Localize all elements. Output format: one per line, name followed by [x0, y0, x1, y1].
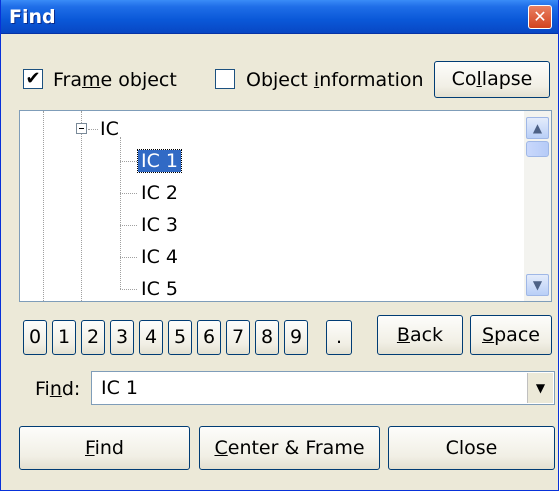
find-input[interactable]: IC 1	[101, 377, 138, 399]
tree-branch-line	[120, 289, 137, 290]
find-button[interactable]: Find	[19, 426, 190, 470]
tree-branch-line	[120, 257, 137, 258]
tree-node-ic-4[interactable]: IC 4	[141, 246, 178, 268]
frame-object-checkbox[interactable]: ✔	[23, 69, 43, 89]
frame-object-label[interactable]: Frame object	[53, 69, 177, 91]
close-button[interactable]: Close	[388, 426, 555, 470]
tree-branch-line	[120, 193, 137, 194]
scroll-down-icon[interactable]: ▼	[526, 274, 549, 296]
tree-node-ic-5[interactable]: IC 5	[141, 278, 178, 300]
key-9[interactable]: 9	[284, 320, 308, 355]
tree-guide-line	[43, 111, 44, 301]
tree-node-ic-1[interactable]: IC 1	[137, 149, 182, 173]
object-information-checkbox[interactable]	[215, 69, 235, 89]
tree-branch-line	[120, 161, 137, 162]
key-5[interactable]: 5	[168, 320, 192, 355]
key-8[interactable]: 8	[255, 320, 279, 355]
find-label: Find:	[35, 378, 81, 400]
tree-branch-line	[120, 225, 137, 226]
space-button[interactable]: Space	[470, 315, 552, 355]
key-6[interactable]: 6	[197, 320, 221, 355]
back-button[interactable]: Back	[377, 315, 463, 355]
title-bar[interactable]: Find ✕	[1, 0, 558, 34]
key-dot[interactable]: .	[326, 320, 352, 355]
object-information-label[interactable]: Object information	[246, 69, 424, 91]
tree-guide-line	[81, 111, 82, 301]
tree-node-ic[interactable]: IC	[100, 118, 119, 140]
key-2[interactable]: 2	[81, 320, 105, 355]
tree-branch-line	[88, 129, 98, 130]
key-3[interactable]: 3	[110, 320, 134, 355]
collapse-button[interactable]: Collapse	[434, 61, 550, 98]
tree-guide-line	[120, 137, 121, 289]
object-tree[interactable]: IC IC 1 IC 2 IC 3 IC 4 IC 5 ▲ ▼	[19, 110, 552, 302]
key-4[interactable]: 4	[139, 320, 163, 355]
tree-node-ic-3[interactable]: IC 3	[141, 214, 178, 236]
key-0[interactable]: 0	[23, 320, 47, 355]
collapse-node-icon[interactable]	[76, 123, 87, 134]
window-title: Find	[9, 6, 56, 28]
tree-scrollbar[interactable]: ▲ ▼	[524, 111, 551, 301]
scroll-thumb[interactable]	[526, 141, 549, 157]
key-7[interactable]: 7	[226, 320, 250, 355]
find-dialog: Find ✕ ✔ Frame object Object information…	[0, 0, 559, 491]
center-frame-button[interactable]: Center & Frame	[199, 426, 380, 470]
key-1[interactable]: 1	[52, 320, 76, 355]
tree-node-ic-2[interactable]: IC 2	[141, 182, 178, 204]
chevron-down-icon[interactable]: ▼	[527, 373, 553, 403]
scroll-up-icon[interactable]: ▲	[526, 117, 549, 139]
close-window-icon[interactable]: ✕	[528, 5, 552, 29]
find-combobox[interactable]: IC 1 ▼	[91, 371, 555, 405]
